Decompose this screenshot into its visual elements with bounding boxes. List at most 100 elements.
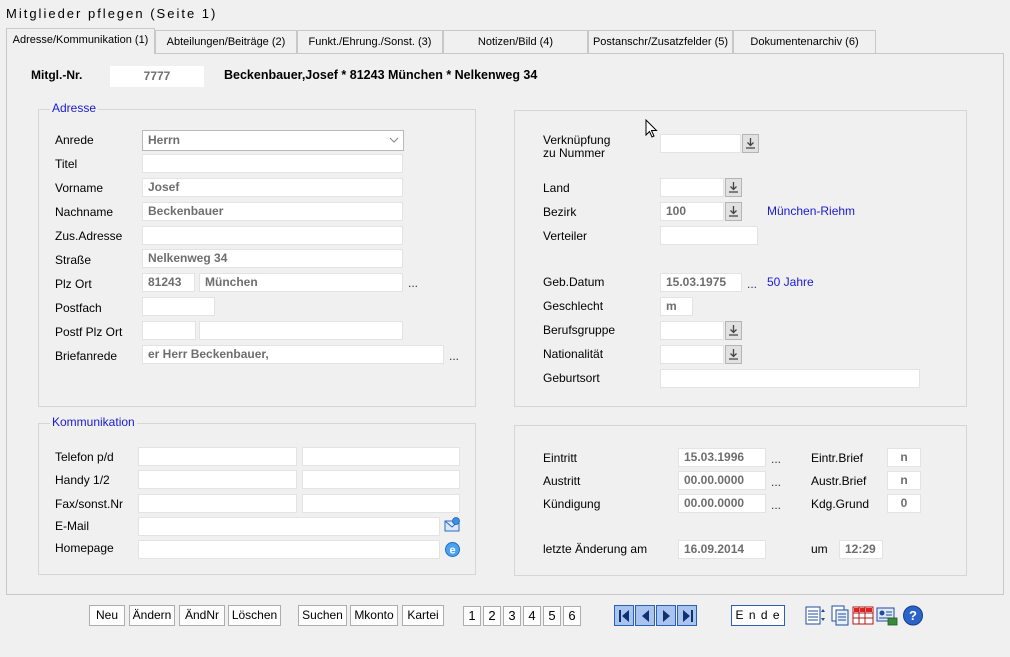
email-field[interactable] [138, 517, 440, 536]
tab-notizen-bild[interactable]: Notizen/Bild (4) [443, 30, 588, 53]
loeschen-button[interactable]: Löschen [228, 605, 281, 626]
ende-button[interactable]: E n d e [731, 605, 785, 626]
member-no-field[interactable]: 7777 [110, 66, 204, 87]
austritt-label: Austritt [543, 474, 581, 488]
age-text: 50 Jahre [767, 275, 814, 289]
tab-adresse-kommunikation[interactable]: Adresse/Kommunikation (1) [6, 28, 155, 54]
eintr-brief-field[interactable]: n [887, 448, 921, 467]
briefanrede-lookup-button[interactable]: ... [446, 348, 462, 367]
neu-button[interactable]: Neu [89, 605, 125, 626]
austritt-picker-button[interactable]: ... [768, 474, 784, 493]
first-record-icon [619, 610, 629, 622]
homepage-field[interactable] [138, 540, 440, 559]
next-record-button[interactable] [656, 605, 676, 626]
tab-funktionen-ehrungen[interactable]: Funkt./Ehrung./Sonst. (3) [297, 30, 443, 53]
tab-dokumentenarchiv[interactable]: Dokumentenarchiv (6) [733, 30, 876, 53]
kuendigung-picker-button[interactable]: ... [768, 497, 784, 516]
page-5-button[interactable]: 5 [543, 606, 561, 626]
nachname-label: Nachname [55, 205, 114, 219]
bezirk-select-button[interactable] [725, 202, 742, 221]
telefon-private-field[interactable] [138, 447, 297, 466]
browser-icon[interactable]: e [444, 541, 461, 558]
austritt-field[interactable]: 00.00.0000 [678, 471, 766, 490]
member-card-icon[interactable] [876, 605, 898, 626]
verknuepfung-select-button[interactable] [742, 134, 759, 153]
list-settings-icon[interactable] [805, 605, 827, 626]
gebdatum-field[interactable]: 15.03.1975 [660, 273, 742, 292]
austr-brief-field[interactable]: n [887, 471, 921, 490]
zusadresse-field[interactable] [142, 226, 403, 245]
plzort-label: Plz Ort [55, 277, 92, 291]
download-arrow-icon [729, 349, 738, 360]
suchen-button[interactable]: Suchen [298, 605, 347, 626]
anrede-select[interactable]: Herrn [142, 130, 404, 151]
um-label: um [811, 542, 828, 556]
berufsgruppe-select-button[interactable] [725, 321, 742, 340]
aendnr-button[interactable]: ÄndNr [179, 605, 225, 626]
first-record-button[interactable] [614, 605, 634, 626]
geschlecht-field[interactable]: m [660, 297, 693, 316]
verknuepfung-label: Verknüpfung [543, 133, 611, 147]
postf-ort-field[interactable] [199, 321, 403, 340]
eintritt-picker-button[interactable]: ... [768, 451, 784, 470]
communication-legend: Kommunikation [50, 415, 137, 429]
land-field[interactable] [660, 178, 724, 197]
svg-text:?: ? [909, 608, 917, 623]
land-label: Land [543, 181, 570, 195]
vorname-field[interactable]: Josef [142, 178, 403, 197]
titel-field[interactable] [142, 154, 403, 173]
kdg-grund-field[interactable]: 0 [887, 494, 921, 513]
nationalitaet-select-button[interactable] [725, 345, 742, 364]
land-select-button[interactable] [725, 178, 742, 197]
geburtsort-field[interactable] [660, 369, 920, 388]
kuendigung-label: Kündigung [543, 497, 601, 511]
mkonto-button[interactable]: Mkonto [350, 605, 398, 626]
page-3-button[interactable]: 3 [503, 606, 521, 626]
anrede-value: Herrn [148, 133, 181, 147]
briefanrede-field[interactable]: er Herr Beckenbauer, [142, 345, 444, 364]
titel-label: Titel [55, 157, 78, 171]
postf-plz-field[interactable] [142, 321, 196, 340]
previous-record-button[interactable] [635, 605, 655, 626]
page-1-button[interactable]: 1 [463, 606, 481, 626]
download-arrow-icon [729, 206, 738, 217]
kuendigung-field[interactable]: 00.00.0000 [678, 494, 766, 513]
ort-field[interactable]: München [199, 273, 403, 292]
nationalitaet-label: Nationalität [543, 347, 604, 361]
page-6-button[interactable]: 6 [563, 606, 581, 626]
tab-abteilungen-beitraege[interactable]: Abteilungen/Beiträge (2) [155, 30, 297, 53]
berufsgruppe-field[interactable] [660, 321, 724, 340]
table-grid-icon[interactable] [852, 605, 874, 626]
kartei-button[interactable]: Kartei [402, 605, 444, 626]
last-record-button[interactable] [677, 605, 697, 626]
bezirk-field[interactable]: 100 [660, 202, 724, 221]
plz-field[interactable]: 81243 [142, 273, 195, 292]
telefon-business-field[interactable] [302, 447, 460, 466]
strasse-field[interactable]: Nelkenweg 34 [142, 249, 403, 268]
page-4-button[interactable]: 4 [523, 606, 541, 626]
nationalitaet-field[interactable] [660, 345, 724, 364]
fax-field[interactable] [138, 494, 297, 513]
nachname-field[interactable]: Beckenbauer [142, 202, 403, 221]
aendern-button[interactable]: Ändern [129, 605, 175, 626]
documents-icon[interactable] [829, 605, 851, 626]
ort-lookup-button[interactable]: ... [405, 275, 421, 294]
page-2-button[interactable]: 2 [483, 606, 501, 626]
eintritt-label: Eintritt [543, 451, 578, 465]
help-icon[interactable]: ? [902, 605, 924, 626]
sonst-nr-field[interactable] [302, 494, 460, 513]
handy-1-field[interactable] [138, 470, 297, 489]
download-arrow-icon [729, 325, 738, 336]
postfach-field[interactable] [142, 297, 215, 316]
eintr-brief-label: Eintr.Brief [811, 451, 864, 465]
gebdatum-picker-button[interactable]: ... [744, 276, 760, 295]
verknuepfung-field[interactable] [660, 134, 741, 153]
verteiler-field[interactable] [660, 226, 758, 245]
tab-postanschrift-zusatzfelder[interactable]: Postanschr/Zusatzfelder (5) [588, 30, 733, 53]
handy-2-field[interactable] [302, 470, 460, 489]
eintritt-field[interactable]: 15.03.1996 [678, 448, 766, 467]
window-title: Mitglieder pflegen (Seite 1) [6, 6, 218, 21]
berufsgruppe-label: Berufsgruppe [543, 323, 616, 337]
fax-label: Fax/sonst.Nr [55, 497, 124, 511]
email-send-icon[interactable] [444, 517, 461, 534]
